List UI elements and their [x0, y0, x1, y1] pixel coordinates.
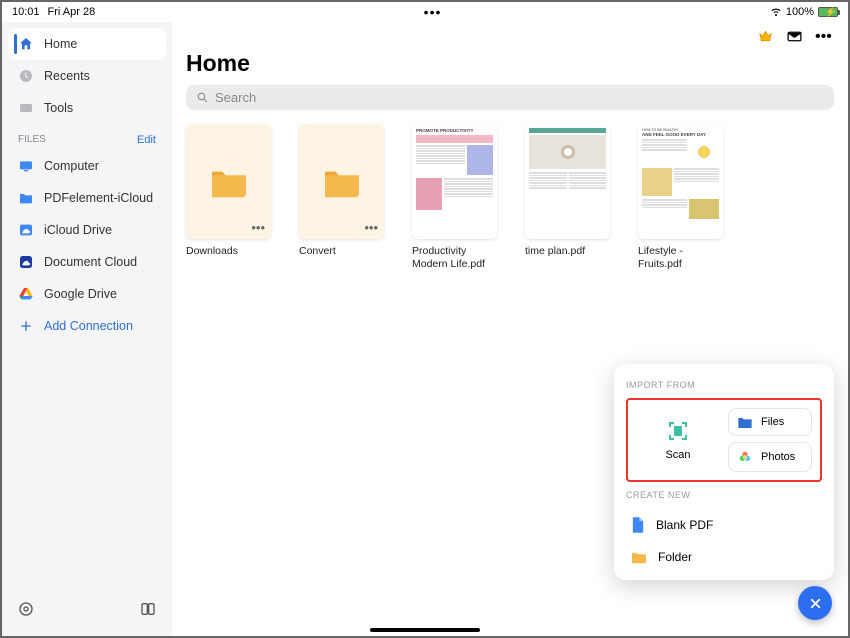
settings-icon[interactable] — [18, 601, 34, 622]
battery-pct: 100% — [786, 6, 814, 18]
import-from-panel: Scan Files Photos — [626, 398, 822, 482]
files-folder-icon — [737, 415, 753, 429]
create-folder-button[interactable]: Folder — [626, 542, 822, 572]
computer-icon — [18, 158, 34, 174]
blank-pdf-label: Blank PDF — [656, 518, 713, 532]
page-title: Home — [186, 50, 834, 77]
sidebar-label: Recents — [44, 69, 90, 83]
icloud-icon — [18, 222, 34, 238]
item-label: Convert — [299, 245, 384, 258]
files-section-title: FILES — [18, 134, 46, 146]
search-input[interactable]: Search — [186, 85, 834, 110]
mail-icon[interactable] — [786, 28, 803, 45]
close-fab-button[interactable] — [798, 586, 832, 620]
crown-icon[interactable] — [757, 28, 774, 45]
item-label: Productivity Modern Life.pdf — [412, 245, 497, 271]
sidebar-label: Tools — [44, 101, 73, 115]
item-menu-icon[interactable]: ••• — [251, 220, 265, 235]
sidebar-label: iCloud Drive — [44, 223, 112, 237]
plus-icon — [18, 318, 34, 334]
edit-link[interactable]: Edit — [137, 134, 156, 146]
grid-item-folder[interactable]: ••• Convert — [299, 124, 384, 271]
pe-folder-icon — [18, 190, 34, 206]
folder-icon — [320, 165, 364, 199]
multitask-dots-icon[interactable]: ••• — [424, 4, 442, 20]
gdrive-icon — [18, 286, 34, 302]
main-content: ••• Home Search ••• Downloads ••• Conver… — [172, 22, 848, 636]
create-blank-pdf-button[interactable]: Blank PDF — [626, 508, 822, 542]
layout-icon[interactable] — [140, 601, 156, 622]
file-grid: ••• Downloads ••• Convert PROMOTE PRODUC… — [186, 124, 834, 271]
sidebar-label: Computer — [44, 159, 99, 173]
grid-item-folder[interactable]: ••• Downloads — [186, 124, 271, 271]
sidebar-item-icloud[interactable]: iCloud Drive — [8, 214, 166, 246]
sidebar-item-document-cloud[interactable]: Document Cloud — [8, 246, 166, 278]
sidebar-item-computer[interactable]: Computer — [8, 150, 166, 182]
photos-icon — [737, 449, 753, 465]
status-time: 10:01 — [12, 6, 40, 18]
sidebar-label: Add Connection — [44, 319, 133, 333]
import-create-popup: IMPORT FROM Scan Files Photos — [614, 364, 834, 580]
import-from-title: IMPORT FROM — [626, 380, 822, 390]
search-icon — [196, 91, 209, 104]
grid-item-doc[interactable]: HOW TO BE HEALTHY AND FEEL GOOD EVERY DA… — [638, 124, 723, 271]
wifi-icon — [770, 5, 782, 20]
close-icon — [808, 596, 823, 611]
blank-pdf-icon — [630, 516, 646, 534]
search-placeholder: Search — [215, 90, 256, 105]
tools-icon — [18, 100, 34, 116]
home-indicator[interactable] — [370, 628, 480, 632]
document-cloud-icon — [18, 254, 34, 270]
import-files-button[interactable]: Files — [728, 408, 812, 436]
status-bar: 10:01 Fri Apr 28 ••• 100% ⚡ — [2, 2, 848, 22]
sidebar-label: Home — [44, 37, 77, 51]
folder-label: Folder — [658, 550, 692, 564]
sidebar-label: PDFelement-iCloud — [44, 191, 153, 205]
import-photos-button[interactable]: Photos — [728, 442, 812, 472]
item-label: time plan.pdf — [525, 245, 610, 258]
folder-icon — [207, 165, 251, 199]
create-new-title: CREATE NEW — [626, 490, 822, 500]
item-menu-icon[interactable]: ••• — [364, 220, 378, 235]
battery-icon: ⚡ — [818, 7, 838, 17]
sidebar-item-google-drive[interactable]: Google Drive — [8, 278, 166, 310]
grid-item-doc[interactable]: PROMOTE PRODUCTIVITY Productivity Modern… — [412, 124, 497, 271]
new-folder-icon — [630, 550, 648, 564]
scan-icon — [666, 419, 690, 443]
home-icon — [18, 36, 34, 52]
item-label: Lifestyle - Fruits.pdf — [638, 245, 723, 271]
status-date: Fri Apr 28 — [48, 6, 96, 18]
sidebar-item-pe-icloud[interactable]: PDFelement-iCloud — [8, 182, 166, 214]
sidebar: Home Recents Tools FILES Edit Computer P… — [2, 22, 172, 636]
sidebar-item-recents[interactable]: Recents — [8, 60, 166, 92]
clock-icon — [18, 68, 34, 84]
item-label: Downloads — [186, 245, 271, 258]
grid-item-doc[interactable]: time plan.pdf — [525, 124, 610, 271]
import-scan-button[interactable]: Scan — [636, 408, 720, 472]
more-icon[interactable]: ••• — [815, 28, 832, 45]
files-label: Files — [761, 416, 784, 428]
sidebar-label: Document Cloud — [44, 255, 137, 269]
sidebar-item-home[interactable]: Home — [8, 28, 166, 60]
sidebar-add-connection[interactable]: Add Connection — [8, 310, 166, 342]
sidebar-item-tools[interactable]: Tools — [8, 92, 166, 124]
scan-label: Scan — [665, 449, 690, 461]
sidebar-label: Google Drive — [44, 287, 117, 301]
photos-label: Photos — [761, 451, 795, 463]
